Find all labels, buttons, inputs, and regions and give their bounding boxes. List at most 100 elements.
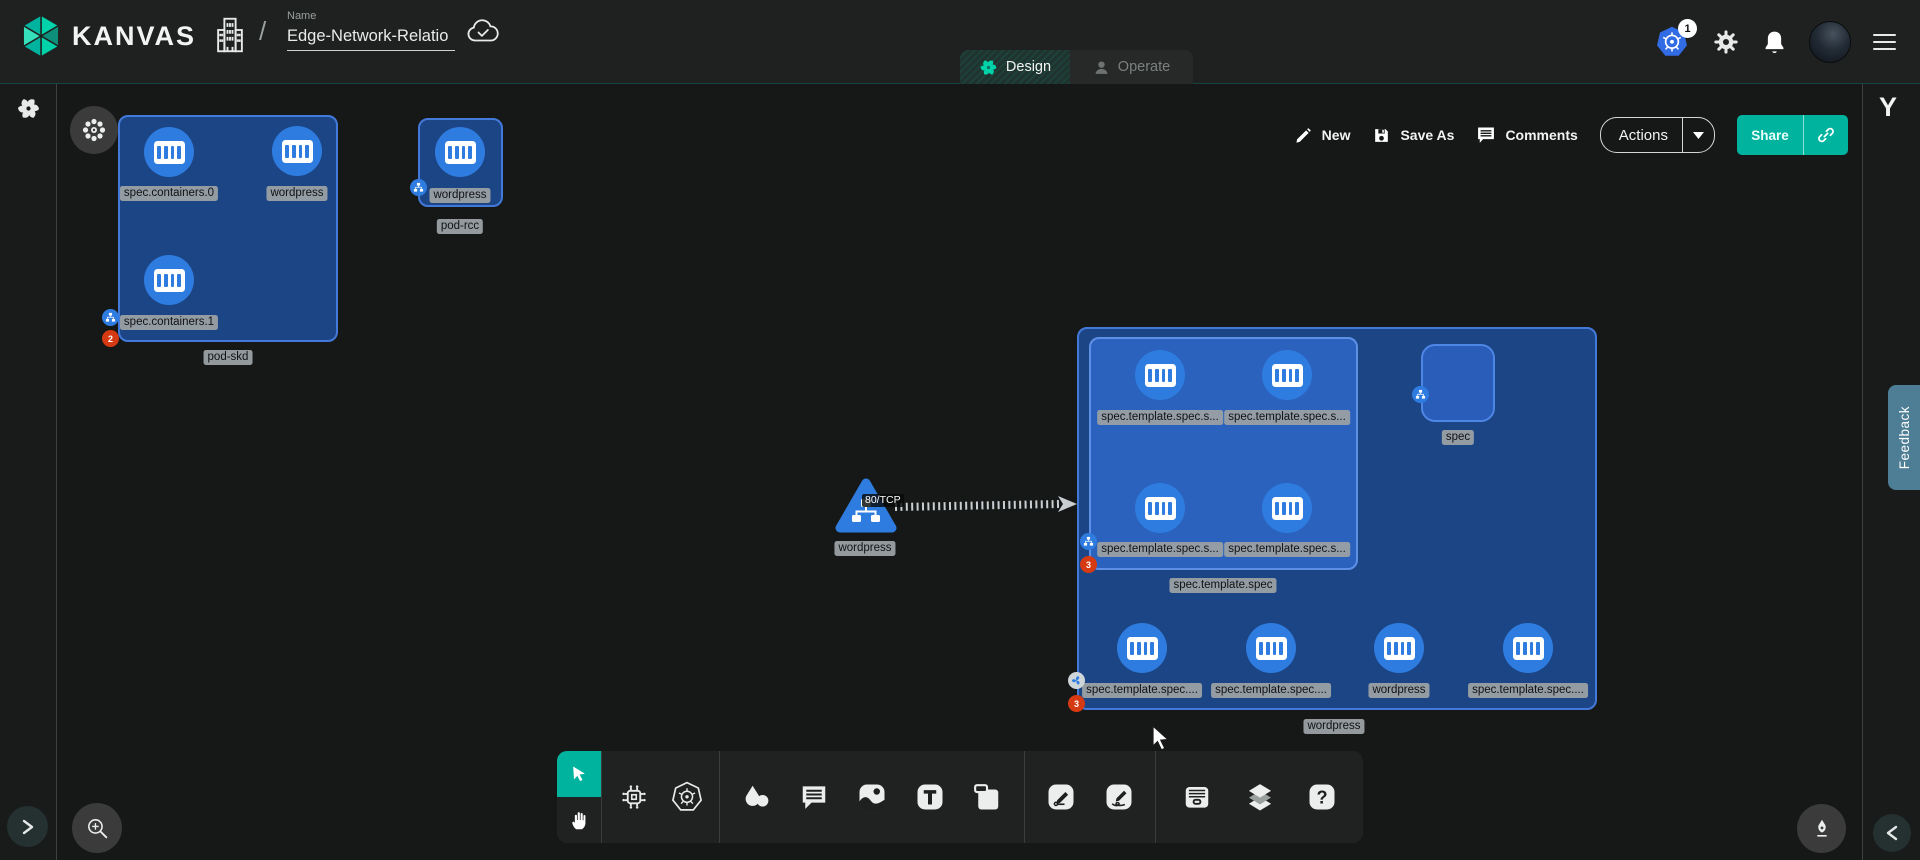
hand-icon: [569, 809, 590, 831]
new-label: New: [1322, 127, 1351, 143]
kubernetes-context-icon[interactable]: 1: [1654, 25, 1690, 59]
group-label: wordpress: [1303, 719, 1364, 734]
edge-service-to-deployment[interactable]: [893, 492, 1083, 520]
media-tool[interactable]: [851, 776, 893, 818]
sitemap-icon: [1083, 536, 1094, 547]
menu-hamburger-icon[interactable]: [1873, 34, 1896, 51]
pencil-icon: [1294, 126, 1313, 145]
meshery-badge[interactable]: [1068, 672, 1085, 689]
edge-style-tool[interactable]: [1040, 776, 1082, 818]
mode-tabs: Design Operate: [960, 50, 1193, 84]
expand-panel-button[interactable]: [7, 806, 48, 847]
issue-count-badge[interactable]: 3: [1068, 695, 1085, 712]
help-tool[interactable]: ?: [1301, 776, 1343, 818]
layers-tool[interactable]: [1239, 776, 1281, 818]
meshery-spiral-icon[interactable]: [16, 96, 41, 121]
user-avatar[interactable]: [1809, 21, 1851, 63]
node-container[interactable]: [272, 126, 322, 176]
components-tool[interactable]: [613, 776, 655, 818]
notifications-bell-icon[interactable]: [1762, 29, 1787, 56]
tab-operate[interactable]: Operate: [1070, 50, 1193, 84]
tab-design-label: Design: [1006, 59, 1051, 75]
brand-wordmark: KANVAS: [72, 21, 196, 52]
relationship-badge[interactable]: [102, 309, 119, 326]
group-spec-template-spec[interactable]: [1089, 337, 1358, 570]
node-label: wordpress: [266, 186, 327, 201]
copy-link-icon[interactable]: [1803, 115, 1848, 155]
actions-dropdown-button[interactable]: Actions: [1600, 117, 1715, 153]
node-container[interactable]: [1246, 623, 1296, 673]
pan-tool[interactable]: [557, 797, 601, 843]
magnifier-plus-icon: [83, 814, 111, 842]
node-container[interactable]: [144, 255, 194, 305]
feedback-tab[interactable]: Feedback: [1888, 385, 1920, 490]
comment-bubble-icon: [1476, 125, 1496, 145]
container-icon: [1127, 637, 1158, 660]
node-container[interactable]: [1135, 350, 1185, 400]
svg-text:?: ?: [1316, 787, 1327, 807]
node-container[interactable]: [1503, 623, 1553, 673]
question-mark-icon: ?: [1307, 782, 1337, 812]
issue-count-badge[interactable]: 2: [102, 330, 119, 347]
node-container[interactable]: [144, 127, 194, 177]
spiral-mini-icon: [1071, 675, 1082, 686]
comment-bubble-icon: [799, 782, 829, 812]
sitemap-icon: [413, 182, 424, 193]
pen-tool-button[interactable]: [1797, 804, 1846, 853]
container-icon: [1384, 637, 1415, 660]
node-spec[interactable]: [1421, 344, 1495, 422]
save-as-label: Save As: [1400, 127, 1454, 143]
issue-count-badge[interactable]: 3: [1080, 556, 1097, 573]
shapes-tool[interactable]: [736, 776, 778, 818]
chevron-left-icon: [1885, 824, 1899, 842]
container-icon: [1513, 637, 1544, 660]
freehand-draw-tool[interactable]: [1098, 776, 1140, 818]
collapse-panel-button[interactable]: [1873, 814, 1911, 852]
save-floppy-icon: [1372, 126, 1391, 145]
name-field-label: Name: [287, 10, 455, 22]
note-tool[interactable]: [966, 776, 1008, 818]
zoom-search-button[interactable]: [72, 803, 122, 853]
tab-design[interactable]: Design: [960, 50, 1070, 84]
node-label: spec.template.spec.s...: [1224, 542, 1350, 557]
node-container[interactable]: [1262, 350, 1312, 400]
organization-icon[interactable]: [215, 16, 245, 54]
hierarchy-y-icon[interactable]: Y: [1879, 92, 1897, 123]
settings-gear-icon[interactable]: [1712, 28, 1740, 56]
node-container[interactable]: [1262, 483, 1312, 533]
cloud-saved-icon[interactable]: [466, 18, 500, 46]
collapsed-node-flower-icon[interactable]: [70, 106, 118, 154]
design-name-group: Name: [287, 10, 455, 51]
breadcrumb-separator: /: [259, 16, 266, 47]
pen-nib-icon: [1809, 816, 1835, 842]
relationship-badge[interactable]: [1080, 533, 1097, 550]
node-container[interactable]: [1374, 623, 1424, 673]
new-button[interactable]: New: [1294, 126, 1351, 145]
text-tool[interactable]: [909, 776, 951, 818]
chevron-down-icon[interactable]: [1682, 118, 1714, 152]
node-container[interactable]: [435, 127, 485, 177]
drawer-tool[interactable]: [1176, 776, 1218, 818]
container-icon: [445, 141, 476, 164]
share-button[interactable]: Share: [1737, 115, 1848, 155]
tab-operate-label: Operate: [1118, 59, 1170, 75]
relationship-badge[interactable]: [410, 179, 427, 196]
save-as-button[interactable]: Save As: [1372, 126, 1454, 145]
relationship-badge[interactable]: [1412, 386, 1429, 403]
kubernetes-tool[interactable]: [666, 776, 708, 818]
node-label: wordpress: [1368, 683, 1429, 698]
note-icon: [972, 782, 1002, 812]
comments-button[interactable]: Comments: [1476, 125, 1577, 145]
design-name-input[interactable]: [287, 25, 455, 51]
circuit-chip-icon: [619, 782, 649, 812]
kubernetes-helm-icon: [671, 781, 703, 813]
pencil-freehand-icon: [1104, 782, 1134, 812]
node-container[interactable]: [1135, 483, 1185, 533]
node-container[interactable]: [1117, 623, 1167, 673]
brand[interactable]: KANVAS: [20, 13, 196, 59]
node-label: spec.template.spec.s...: [1097, 542, 1223, 557]
image-icon: [857, 782, 887, 812]
select-tool[interactable]: [557, 751, 601, 797]
comment-tool[interactable]: [793, 776, 835, 818]
node-label: spec.template.spec....: [1468, 683, 1588, 698]
